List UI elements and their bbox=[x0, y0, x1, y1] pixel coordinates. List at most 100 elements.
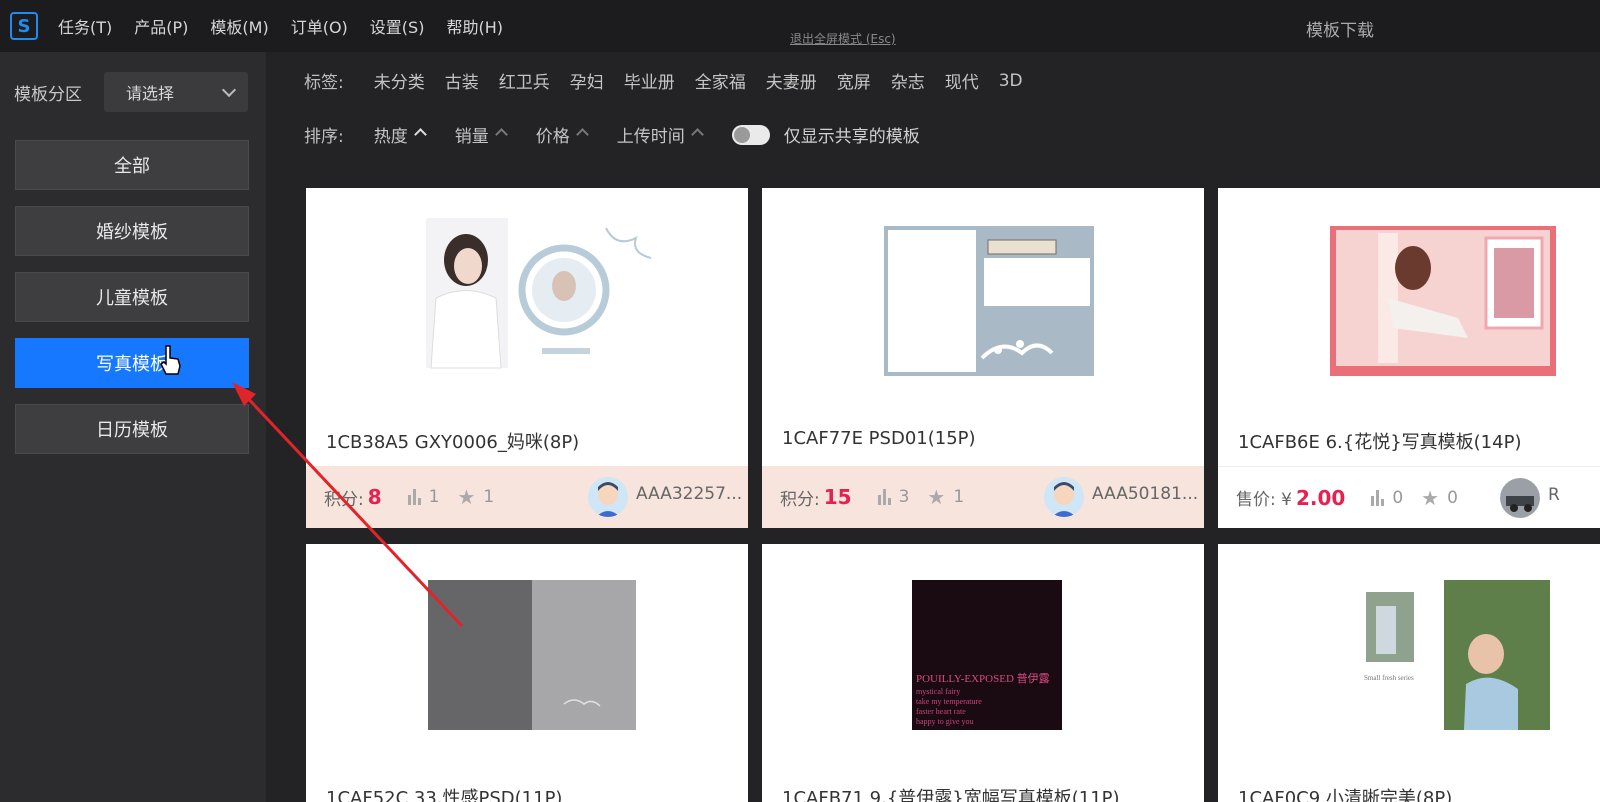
poster-line: mystical fairy bbox=[916, 687, 960, 696]
card-title: 1CB38A5 GXY0006_妈咪(8P) bbox=[326, 432, 580, 453]
stars-stat: ★ 1 bbox=[927, 485, 964, 509]
sort-price[interactable]: 价格 bbox=[535, 122, 589, 147]
tag-item[interactable]: 孕妇 bbox=[570, 68, 604, 93]
category-wedding-button[interactable]: 婚纱模板 bbox=[15, 206, 249, 256]
sidebar: 模板分区 请选择 全部 婚纱模板 儿童模板 写真模板 日历模板 bbox=[0, 52, 266, 802]
zone-select[interactable]: 请选择 bbox=[104, 72, 248, 112]
psd-thumbnail bbox=[884, 226, 1094, 376]
menu-bar: S 任务(T) 产品(P) 模板(M) 订单(O) 设置(S) 帮助(H) 退出… bbox=[0, 0, 1600, 52]
exit-fullscreen-link[interactable]: 退出全屏模式 (Esc) bbox=[790, 30, 896, 47]
category-children-button[interactable]: 儿童模板 bbox=[15, 272, 249, 322]
card-title: 1CAF52C 33.性感PSD(11P) bbox=[326, 788, 563, 802]
tag-item[interactable]: 3D bbox=[999, 71, 1023, 91]
price-value: 15 bbox=[823, 485, 852, 509]
author-avatar[interactable] bbox=[1500, 478, 1540, 518]
poster-line: faster heart rate bbox=[916, 707, 966, 716]
author-name[interactable]: R bbox=[1548, 485, 1560, 505]
card-footer: 积分: 8 1 ★ 1 AAA32257... bbox=[306, 466, 748, 528]
star-icon: ★ bbox=[1421, 485, 1440, 510]
flower-portrait-thumbnail bbox=[1330, 226, 1556, 376]
downloads-count: 1 bbox=[428, 487, 440, 507]
price-label: 售价: ¥ bbox=[1236, 490, 1292, 510]
sort-label: 排序: bbox=[304, 127, 344, 147]
downloads-count: 3 bbox=[898, 487, 910, 507]
card-title: 1CAF77E PSD01(15P) bbox=[782, 428, 976, 449]
author-name[interactable]: AAA32257... bbox=[636, 484, 742, 504]
app-logo-icon: S bbox=[10, 12, 38, 40]
sort-upload-time-label: 上传时间 bbox=[616, 127, 685, 147]
author-avatar[interactable] bbox=[588, 477, 628, 517]
bar-chart-icon bbox=[407, 489, 421, 505]
card-title: 1CAF0C9 小清晰完美(8P) bbox=[1238, 788, 1453, 802]
hand-cursor-icon bbox=[160, 345, 181, 375]
shared-only-label: 仅显示共享的模板 bbox=[783, 127, 920, 147]
tag-item[interactable]: 红卫兵 bbox=[499, 68, 550, 93]
bar-chart-icon bbox=[877, 489, 891, 505]
sort-sales[interactable]: 销量 bbox=[455, 122, 508, 147]
watermark: 下载吧 bbox=[1440, 740, 1566, 786]
window-title: 模板下载 bbox=[1306, 21, 1374, 41]
tag-item[interactable]: 古装 bbox=[445, 68, 479, 93]
star-icon: ★ bbox=[457, 485, 476, 509]
menu-order[interactable]: 订单(O) bbox=[291, 14, 348, 38]
sort-row: 排序: 热度 销量 价格 上传时间 仅显示共享的模板 bbox=[304, 122, 920, 147]
poster-title: POUILLY-EXPOSED 普伊露 bbox=[916, 671, 1050, 685]
avatar-icon bbox=[588, 477, 628, 517]
template-thumbnail bbox=[762, 188, 1204, 416]
template-card[interactable]: 1CB38A5 GXY0006_妈咪(8P) 积分: 8 1 ★ 1 AAA322… bbox=[306, 188, 748, 528]
bar-chart-icon bbox=[1371, 489, 1385, 506]
sort-popularity[interactable]: 热度 bbox=[373, 122, 427, 147]
card-title: 1CAFB71 9.{普伊露}宽幅写真模板(11P) bbox=[782, 788, 1120, 802]
sort-arrow-icon bbox=[413, 128, 427, 141]
sort-popularity-label: 热度 bbox=[373, 127, 408, 147]
stars-stat: ★ 0 bbox=[1421, 486, 1458, 510]
stars-count: 1 bbox=[483, 487, 495, 507]
template-card[interactable]: 1CAF77E PSD01(15P) 积分: 15 3 ★ 1 AAA50181.… bbox=[762, 188, 1204, 528]
avatar-icon bbox=[1044, 477, 1084, 517]
sort-arrow-icon bbox=[690, 128, 704, 141]
category-calendar-button[interactable]: 日历模板 bbox=[15, 404, 249, 454]
template-card[interactable]: POUILLY-EXPOSED 普伊露 mystical fairy take … bbox=[762, 544, 1204, 802]
card-footer: 积分: 15 3 ★ 1 AAA50181... bbox=[762, 466, 1204, 528]
zone-row: 模板分区 请选择 bbox=[14, 72, 248, 112]
stars-count: 0 bbox=[1447, 487, 1458, 508]
menu-settings[interactable]: 设置(S) bbox=[370, 14, 425, 38]
stars-stat: ★ 1 bbox=[457, 485, 494, 509]
sort-arrow-icon bbox=[494, 128, 508, 141]
template-card[interactable]: 1CAF52C 33.性感PSD(11P) bbox=[306, 544, 748, 802]
menu-product[interactable]: 产品(P) bbox=[134, 14, 188, 38]
downloads-stat: 3 bbox=[877, 487, 910, 507]
downloads-count: 0 bbox=[1392, 487, 1404, 508]
menu-template[interactable]: 模板(M) bbox=[210, 14, 268, 38]
sort-arrow-icon bbox=[575, 128, 589, 141]
shared-only-toggle[interactable] bbox=[731, 124, 770, 145]
card-footer: 售价: ¥ 2.00 0 ★ 0 R bbox=[1218, 466, 1600, 528]
tag-item[interactable]: 全家福 bbox=[695, 68, 746, 93]
template-thumbnail: POUILLY-EXPOSED 普伊露 mystical fairy take … bbox=[762, 544, 1204, 772]
category-all-button[interactable]: 全部 bbox=[15, 140, 249, 190]
menu-help[interactable]: 帮助(H) bbox=[446, 14, 503, 38]
category-portrait-button[interactable]: 写真模板 bbox=[15, 338, 249, 388]
grey-psd-thumbnail bbox=[428, 580, 636, 730]
tag-item[interactable]: 未分类 bbox=[374, 68, 425, 93]
poster-thumbnail: POUILLY-EXPOSED 普伊露 mystical fairy take … bbox=[912, 580, 1062, 730]
template-card[interactable]: 1CAFB6E 6.{花悦}写真模板(14P) 售价: ¥ 2.00 0 ★ 0 … bbox=[1218, 188, 1600, 528]
stars-count: 1 bbox=[953, 487, 965, 507]
tag-item[interactable]: 宽屏 bbox=[837, 68, 871, 93]
sort-upload-time[interactable]: 上传时间 bbox=[616, 122, 704, 147]
small-fresh-caption: Small fresh series bbox=[1364, 674, 1414, 682]
tag-item[interactable]: 杂志 bbox=[891, 68, 925, 93]
tag-item[interactable]: 毕业册 bbox=[624, 68, 675, 93]
author-name[interactable]: AAA50181... bbox=[1092, 484, 1198, 504]
price-value: 2.00 bbox=[1295, 485, 1346, 510]
sort-price-label: 价格 bbox=[535, 127, 570, 147]
downloads-stat: 0 bbox=[1371, 488, 1403, 508]
photo-avatar-icon bbox=[1500, 478, 1540, 518]
tag-item[interactable]: 现代 bbox=[945, 68, 979, 93]
author-avatar[interactable] bbox=[1044, 477, 1084, 517]
price-label: 积分: bbox=[324, 489, 364, 510]
tag-item[interactable]: 夫妻册 bbox=[766, 68, 817, 93]
menu-task[interactable]: 任务(T) bbox=[58, 14, 112, 38]
price-label: 积分: bbox=[780, 489, 820, 510]
tag-label: 标签: bbox=[304, 73, 344, 93]
